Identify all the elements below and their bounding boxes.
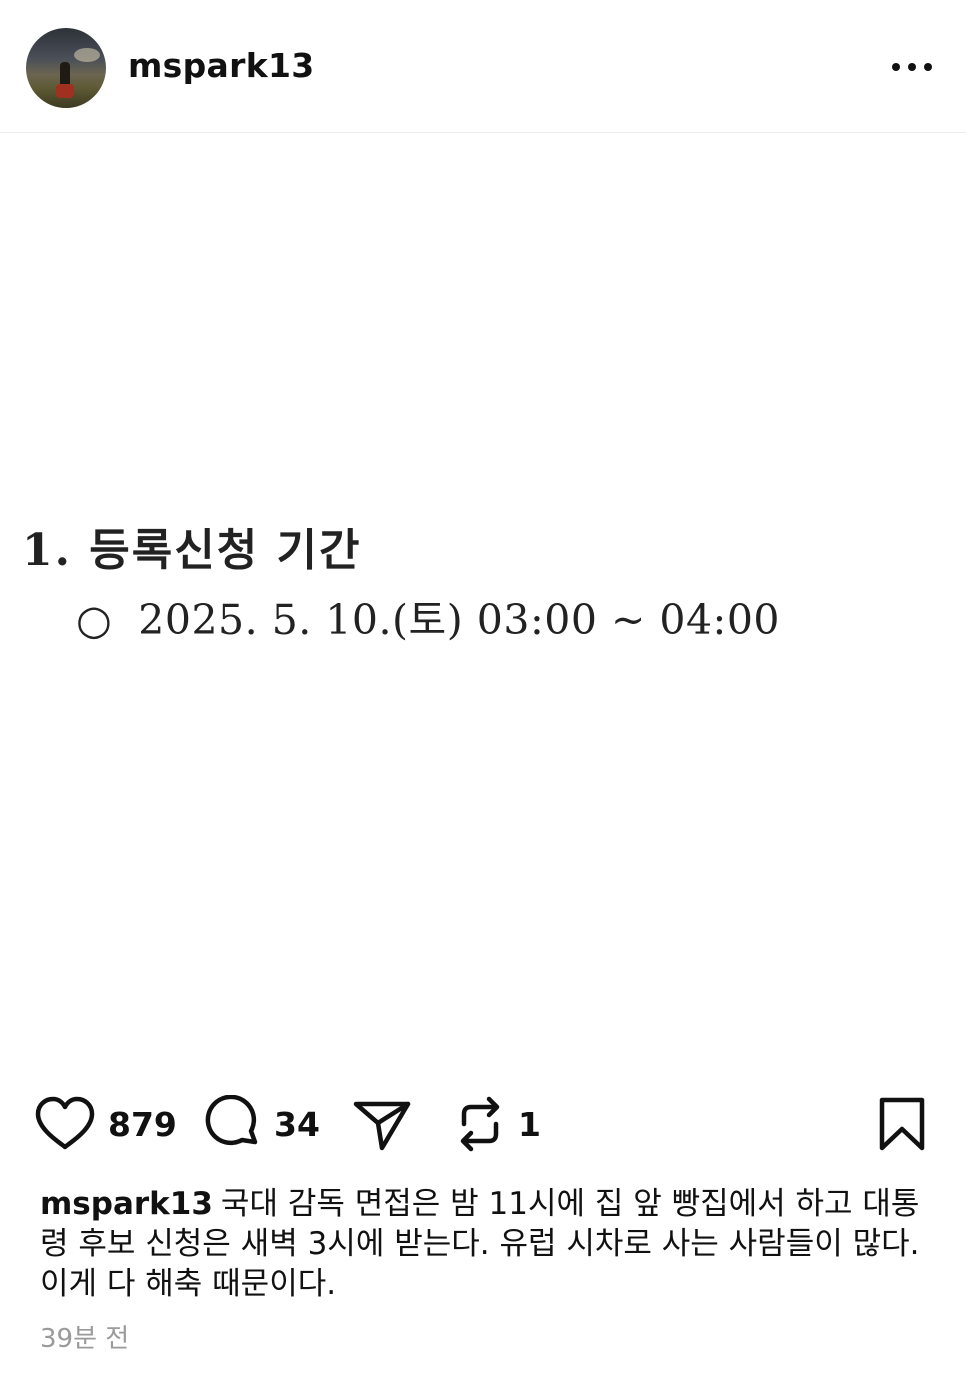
- bookmark-icon: [879, 1097, 925, 1151]
- action-bar: 879 34 1: [0, 1092, 966, 1156]
- comment-count: 34: [274, 1104, 320, 1144]
- comment-bubble-icon: [205, 1095, 258, 1146]
- username[interactable]: mspark13: [128, 46, 314, 85]
- avatar[interactable]: [26, 28, 106, 108]
- heart-icon: [35, 1096, 95, 1150]
- like-count: 879: [108, 1104, 177, 1144]
- share-button[interactable]: [352, 1092, 412, 1156]
- caption-username[interactable]: mspark13: [40, 1186, 213, 1222]
- document-schedule-line: ○ 2025. 5. 10.(토) 03:00 ~ 04:00: [76, 586, 780, 646]
- save-button[interactable]: [876, 1092, 928, 1156]
- avatar-figure-accent: [56, 84, 74, 98]
- like-button[interactable]: 879: [34, 1092, 177, 1156]
- post-header: mspark13: [0, 0, 966, 133]
- post-timestamp: 39분 전: [40, 1324, 130, 1354]
- repost-icon: [460, 1096, 500, 1152]
- repost-button[interactable]: 1: [454, 1092, 541, 1156]
- post-image[interactable]: 1. 등록신청 기간 ○ 2025. 5. 10.(토) 03:00 ~ 04:0…: [0, 134, 966, 1074]
- send-icon: [353, 1101, 411, 1151]
- more-options-button[interactable]: [886, 52, 938, 82]
- more-horizontal-icon: [892, 63, 932, 71]
- document-heading: 1. 등록신청 기간: [22, 525, 362, 576]
- document-bullet: ○: [76, 596, 113, 644]
- repost-count: 1: [518, 1104, 541, 1144]
- post-caption: mspark13 국대 감독 면접은 밤 11시에 집 앞 빵집에서 하고 대통령…: [40, 1184, 920, 1304]
- avatar-sky-glow: [74, 48, 100, 62]
- document-schedule-text: 2025. 5. 10.(토) 03:00 ~ 04:00: [138, 596, 781, 644]
- comment-button[interactable]: 34: [204, 1092, 320, 1156]
